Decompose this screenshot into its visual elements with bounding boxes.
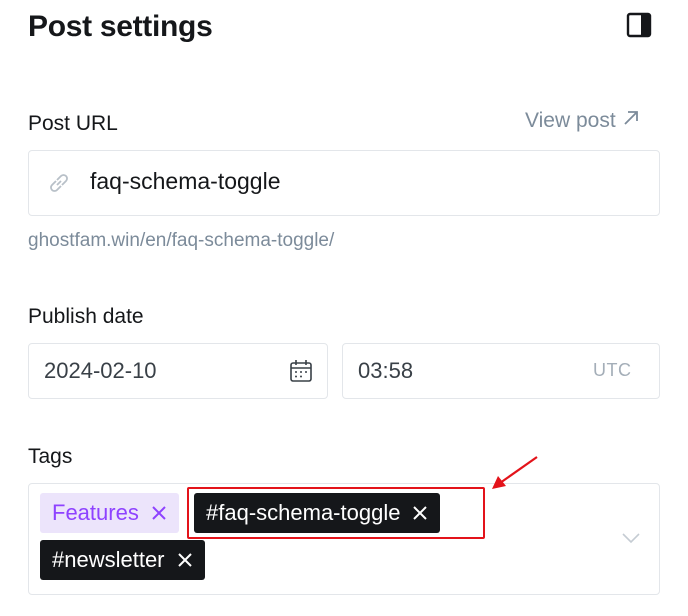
external-arrow-icon bbox=[622, 109, 640, 133]
sidebar-panel-icon[interactable] bbox=[626, 12, 652, 38]
link-icon bbox=[46, 170, 72, 196]
annotation-highlight-box bbox=[187, 487, 485, 539]
tag-label: Features bbox=[52, 500, 139, 525]
page-title: Post settings bbox=[28, 10, 213, 43]
post-url-input[interactable]: faq-schema-toggle bbox=[90, 168, 281, 195]
view-post-link[interactable]: View post bbox=[525, 109, 640, 133]
calendar-icon[interactable] bbox=[288, 358, 314, 384]
tags-label: Tags bbox=[28, 445, 73, 468]
tag-features[interactable]: Features bbox=[40, 493, 179, 533]
remove-tag-icon[interactable] bbox=[177, 552, 193, 568]
remove-tag-icon[interactable] bbox=[151, 505, 167, 521]
time-input[interactable]: 03:58 bbox=[358, 358, 413, 384]
tag-newsletter[interactable]: #newsletter bbox=[40, 540, 205, 580]
timezone-label: UTC bbox=[593, 360, 632, 380]
post-url-label: Post URL bbox=[28, 112, 118, 135]
date-input[interactable]: 2024-02-10 bbox=[44, 358, 157, 384]
annotation-arrow-icon bbox=[484, 450, 544, 495]
post-url-preview: ghostfam.win/en/faq-schema-toggle/ bbox=[28, 230, 335, 251]
view-post-label: View post bbox=[525, 109, 616, 132]
tag-label: #newsletter bbox=[52, 547, 165, 572]
publish-date-label: Publish date bbox=[28, 305, 144, 328]
chevron-down-icon[interactable] bbox=[620, 530, 642, 546]
